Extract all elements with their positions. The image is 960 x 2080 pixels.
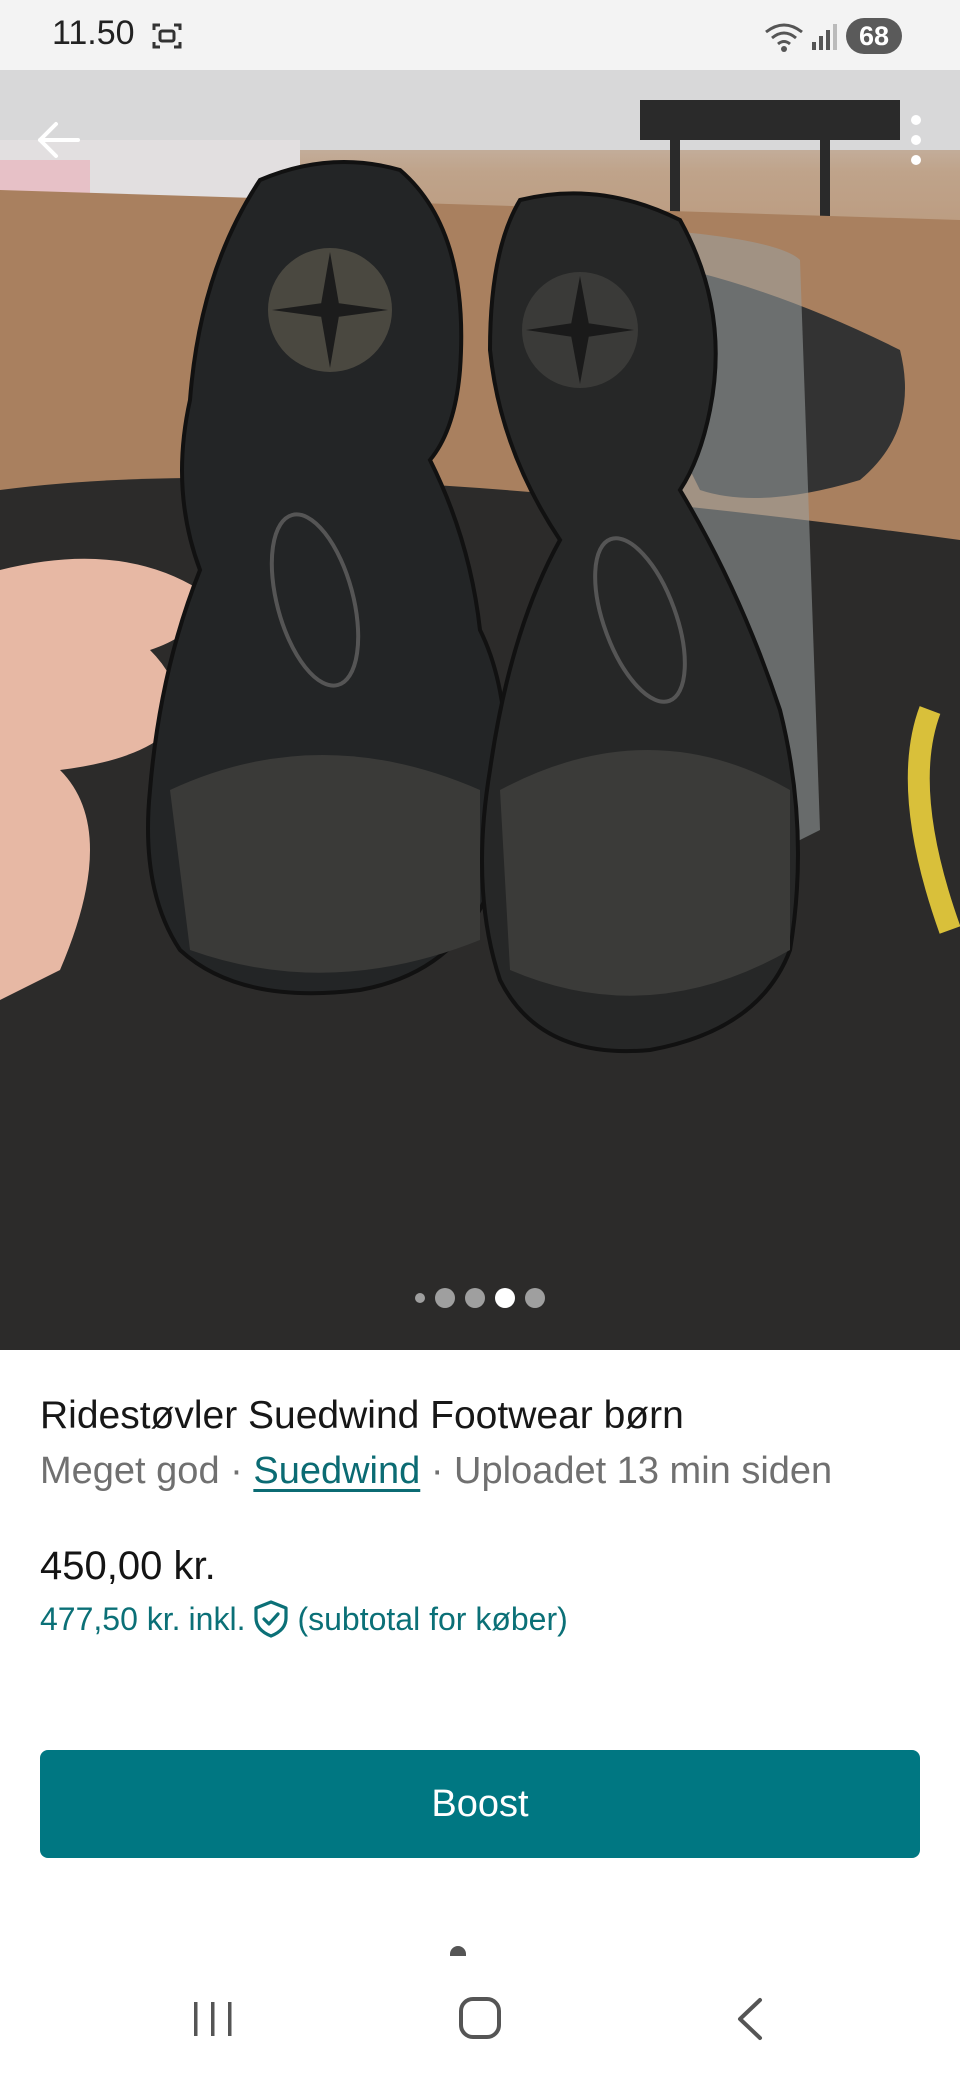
status-time: 11.50 — [52, 14, 135, 52]
listing-title: Ridestøvler Suedwind Footwear børn — [40, 1394, 684, 1437]
back-button[interactable] — [28, 110, 88, 170]
home-icon[interactable] — [458, 1996, 502, 2040]
gallery-dot[interactable] — [465, 1288, 485, 1308]
more-vertical-icon — [911, 115, 921, 165]
listing-photo-gallery[interactable] — [0, 70, 960, 1350]
boost-button[interactable]: Boost — [40, 1750, 920, 1858]
status-bar: 11.50 68 — [0, 0, 960, 70]
gallery-dot-active[interactable] — [495, 1288, 515, 1308]
scroll-peek-indicator — [450, 1946, 466, 1956]
buyer-price-row[interactable]: 477,50 kr. inkl. (subtotal for køber) — [40, 1600, 568, 1638]
back-nav-icon[interactable] — [732, 1996, 768, 2042]
screenshot-icon — [152, 23, 182, 49]
recent-apps-icon[interactable] — [190, 1998, 236, 2040]
listing-meta: Meget god · Suedwind · Uploadet 13 min s… — [40, 1450, 832, 1493]
gallery-pagination — [0, 1288, 960, 1308]
battery-indicator: 68 — [846, 18, 902, 54]
listing-condition: Meget god — [40, 1450, 220, 1492]
meta-separator: · — [219, 1450, 254, 1492]
gallery-dot[interactable] — [435, 1288, 455, 1308]
gallery-dot[interactable] — [525, 1288, 545, 1308]
buyer-price-incl: inkl. — [188, 1600, 246, 1637]
listing-uploaded: Uploadet 13 min siden — [454, 1450, 833, 1492]
signal-icon — [812, 24, 837, 50]
wifi-icon — [765, 23, 803, 52]
arrow-left-icon — [38, 122, 80, 158]
system-navigation-bar — [0, 1964, 960, 2080]
listing-photo — [0, 70, 960, 1350]
buyer-price: 477,50 kr. — [40, 1600, 181, 1637]
shield-check-icon — [254, 1600, 289, 1638]
buyer-price-note: (subtotal for køber) — [297, 1600, 568, 1637]
meta-separator: · — [420, 1450, 455, 1492]
more-options-button[interactable] — [896, 110, 936, 170]
brand-link[interactable]: Suedwind — [253, 1450, 420, 1492]
listing-price: 450,00 kr. — [40, 1544, 216, 1588]
gallery-dot[interactable] — [415, 1293, 425, 1303]
